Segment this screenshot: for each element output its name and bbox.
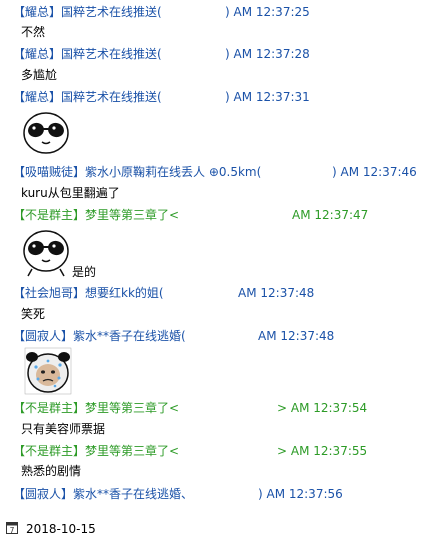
chat-message: 【社会旭哥】想要红kk的姐( AM 12:37:48 笑死 <box>0 285 424 321</box>
chat-message: 【不是群主】梦里等第三章了< AM 12:37:47 是的 <box>0 207 424 285</box>
message-sender[interactable]: 【耀总】国粹艺术在线推送( <box>13 4 162 20</box>
date-footer: 7 2018-10-15 <box>0 512 424 542</box>
message-sender[interactable]: 【社会旭哥】想要红kk的姐( <box>13 285 164 301</box>
message-timestamp: ) AM 12:37:25 <box>225 5 310 19</box>
message-sender[interactable]: 【圆寂人】紫水**香子在线逃婚、 <box>13 486 193 502</box>
chat-message: 【不是群主】梦里等第三章了< > AM 12:37:54 只有美容师票据 <box>0 400 424 436</box>
message-timestamp: ) AM 12:37:28 <box>225 47 310 61</box>
message-sender[interactable]: 【圆寂人】紫水**香子在线逃婚( <box>13 328 186 344</box>
message-sender[interactable]: 【不是群主】梦里等第三章了< <box>13 400 179 416</box>
message-sender[interactable]: 【吸喵贼徒】紫水小原鞠莉在线丢人 ⊕0.5km( <box>13 164 261 180</box>
message-timestamp: > AM 12:37:54 <box>277 401 368 415</box>
message-timestamp: ) AM 12:37:46 <box>332 165 417 179</box>
message-timestamp: AM 12:37:48 <box>258 329 335 343</box>
message-text: 不然 <box>21 25 46 39</box>
chat-message: 【耀总】国粹艺术在线推送( ) AM 12:37:28 多尴尬 <box>0 46 424 82</box>
message-timestamp: AM 12:37:48 <box>238 286 315 300</box>
panda-sunglasses-sticker <box>23 112 69 154</box>
chat-message: 【耀总】国粹艺术在线推送( ) AM 12:37:25 不然 <box>0 4 424 39</box>
chat-message: 【圆寂人】紫水**香子在线逃婚( AM 12:37:48 <box>0 328 424 398</box>
message-sender[interactable]: 【不是群主】梦里等第三章了< <box>13 443 179 459</box>
chat-history[interactable]: 【耀总】国粹艺术在线推送( ) AM 12:37:25 不然 【耀总】国粹艺术在… <box>0 0 424 512</box>
chat-message: 【耀总】国粹艺术在线推送( ) AM 12:37:31 <box>0 89 424 159</box>
message-timestamp: > AM 12:37:55 <box>277 444 368 458</box>
chat-message: 【不是群主】梦里等第三章了< > AM 12:37:55 熟悉的剧情 <box>0 443 424 479</box>
panda-sweat-sticker <box>24 347 72 395</box>
message-text: 是的 <box>72 265 97 279</box>
message-text: kuru从包里翻遍了 <box>21 186 120 200</box>
message-text: 只有美容师票据 <box>21 422 106 436</box>
message-sender[interactable]: 【耀总】国粹艺术在线推送( <box>13 46 162 62</box>
message-timestamp: AM 12:37:47 <box>292 208 369 222</box>
message-sender[interactable]: 【不是群主】梦里等第三章了< <box>13 207 179 223</box>
message-text: 笑死 <box>21 307 46 321</box>
message-text: 多尴尬 <box>21 68 58 82</box>
svg-text:7: 7 <box>10 526 15 534</box>
panda-sunglasses-sticker <box>23 230 69 277</box>
chat-date: 2018-10-15 <box>26 522 96 536</box>
chat-message: 【圆寂人】紫水**香子在线逃婚、 ) AM 12:37:56 <box>0 486 424 512</box>
message-timestamp: ) AM 12:37:56 <box>258 487 343 501</box>
message-timestamp: ) AM 12:37:31 <box>225 90 310 104</box>
calendar-icon[interactable]: 7 <box>6 522 18 534</box>
message-sender[interactable]: 【耀总】国粹艺术在线推送( <box>13 89 162 105</box>
message-text: 熟悉的剧情 <box>21 464 82 478</box>
chat-message: 【吸喵贼徒】紫水小原鞠莉在线丢人 ⊕0.5km( ) AM 12:37:46 k… <box>0 164 424 200</box>
